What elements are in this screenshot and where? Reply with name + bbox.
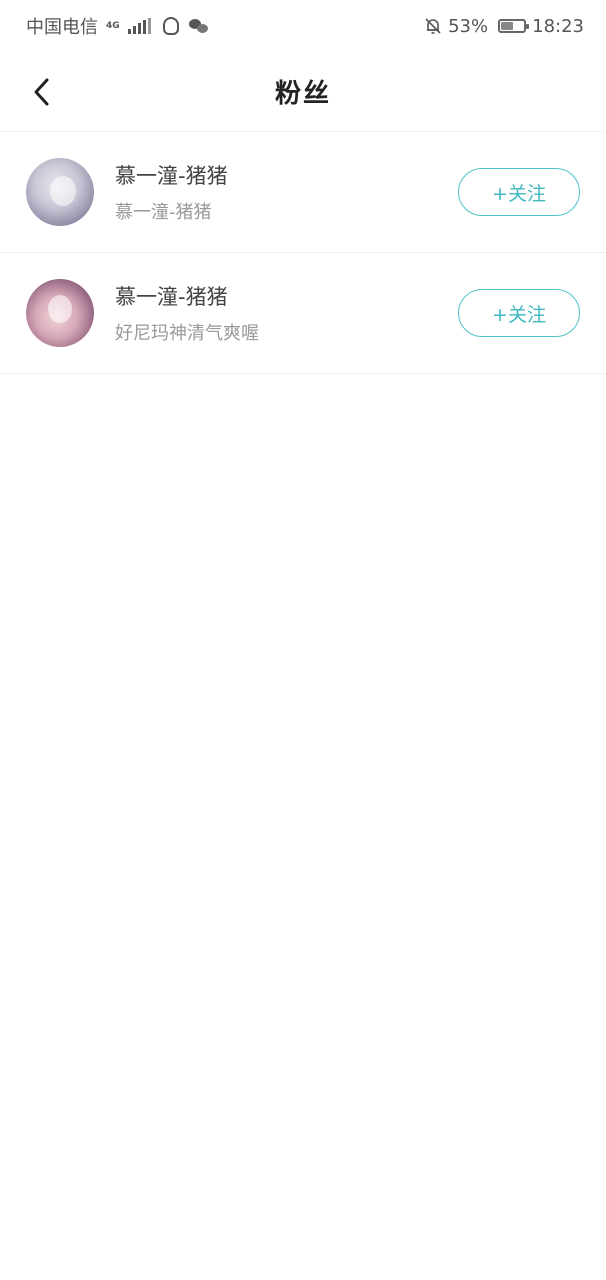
clock: 18:23 bbox=[532, 15, 584, 37]
fan-name: 慕一潼-猪猪 bbox=[115, 285, 228, 309]
fan-signature: 好尼玛神清气爽喔 bbox=[115, 323, 259, 344]
fan-signature: 慕一潼-猪猪 bbox=[115, 202, 212, 223]
fan-info: 慕一潼-猪猪 慕一潼-猪猪 bbox=[115, 160, 458, 224]
page-title: 粉丝 bbox=[274, 79, 331, 109]
follow-button[interactable]: +关注 bbox=[458, 168, 580, 216]
status-bar: 中国电信 4G 53% 18:23 bbox=[0, 0, 606, 52]
wechat-icon bbox=[188, 18, 209, 34]
carrier-label: 中国电信 bbox=[26, 17, 98, 38]
list-item[interactable]: 慕一潼-猪猪 慕一潼-猪猪 +关注 bbox=[0, 132, 606, 253]
fan-list: 慕一潼-猪猪 慕一潼-猪猪 +关注 慕一潼-猪猪 好尼玛神清气爽喔 +关注 bbox=[0, 132, 606, 374]
avatar[interactable] bbox=[26, 158, 94, 226]
list-item[interactable]: 慕一潼-猪猪 好尼玛神清气爽喔 +关注 bbox=[0, 253, 606, 374]
fan-name: 慕一潼-猪猪 bbox=[115, 164, 228, 188]
status-bar-left: 中国电信 4G bbox=[26, 13, 209, 39]
status-bar-right: 53% 18:23 bbox=[424, 16, 584, 37]
battery-icon bbox=[498, 19, 530, 33]
bell-off-icon bbox=[424, 17, 442, 35]
qq-icon bbox=[162, 17, 179, 35]
chevron-left-icon bbox=[34, 78, 49, 106]
signal-icon bbox=[127, 18, 151, 34]
page-header: 粉丝 bbox=[0, 52, 606, 132]
fan-info: 慕一潼-猪猪 好尼玛神清气爽喔 bbox=[115, 281, 458, 345]
follow-button[interactable]: +关注 bbox=[458, 289, 580, 337]
network-badge: 4G bbox=[106, 21, 120, 31]
avatar[interactable] bbox=[26, 279, 94, 347]
back-button[interactable] bbox=[22, 72, 62, 112]
battery-fill bbox=[501, 22, 514, 30]
battery-percent: 53% bbox=[448, 15, 489, 37]
